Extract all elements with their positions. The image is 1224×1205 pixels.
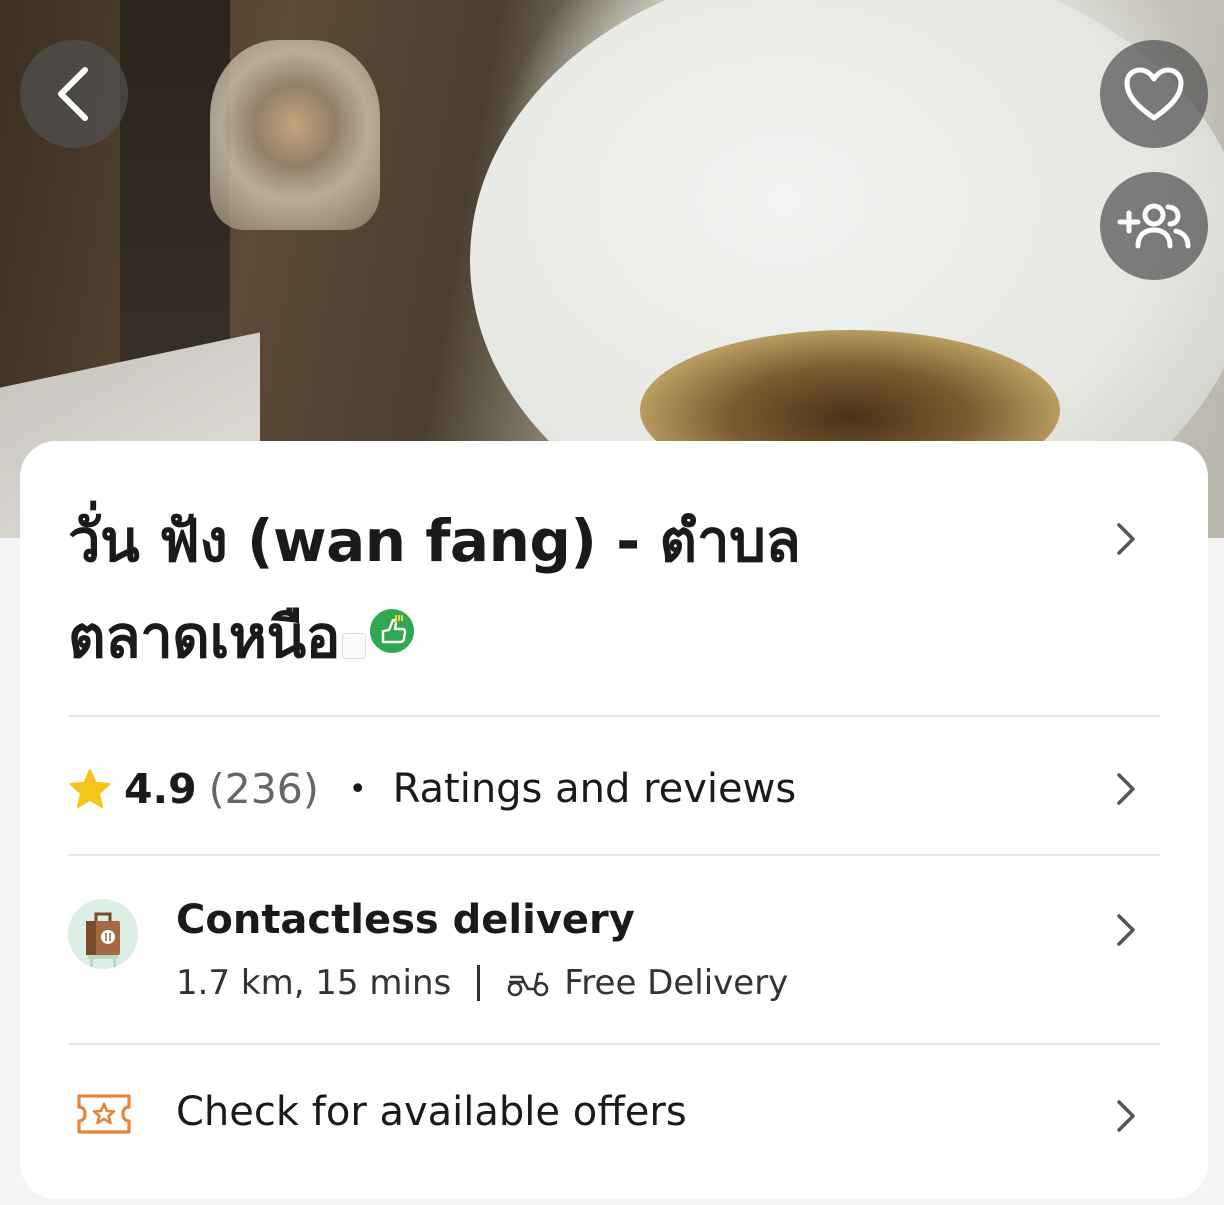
chevron-right-icon[interactable]	[1113, 1098, 1139, 1134]
delivery-details: 1.7 km, 15 mins Free Delivery	[176, 963, 788, 1003]
restaurant-page: วั่น ฟัง (wan fang) - ตำบลตลาดเหนือ 4.9 …	[0, 0, 1224, 1205]
delivery-distance-time: 1.7 km, 15 mins	[176, 963, 452, 1003]
chevron-right-icon[interactable]	[1113, 771, 1139, 807]
scooter-icon	[507, 972, 549, 997]
thumbs-up-icon	[369, 609, 414, 653]
delivery-fee: Free Delivery	[564, 963, 789, 1003]
chevron-right-icon[interactable]	[1113, 521, 1139, 557]
restaurant-name-text: วั่น ฟัง (wan fang) - ตำบลตลาดเหนือ	[68, 507, 801, 671]
heart-icon	[1124, 67, 1184, 121]
favorite-button[interactable]	[1100, 40, 1208, 148]
hero-photo-bg	[210, 40, 380, 230]
chevron-right-icon[interactable]	[1113, 912, 1139, 948]
ratings-row[interactable]: 4.9 (236) • Ratings and reviews	[68, 749, 1160, 829]
delivery-title: Contactless delivery	[176, 897, 635, 943]
chevron-left-icon	[58, 67, 88, 121]
ratings-and-reviews-link[interactable]: Ratings and reviews	[393, 766, 797, 812]
add-group-icon	[1117, 203, 1191, 249]
rating-count: (236)	[208, 765, 319, 813]
divider	[68, 854, 1160, 856]
restaurant-name: วั่น ฟัง (wan fang) - ตำบลตลาดเหนือ	[68, 493, 928, 685]
divider	[68, 715, 1160, 717]
divider	[68, 1043, 1160, 1045]
star-icon	[69, 769, 111, 808]
divider	[477, 965, 481, 1001]
ticket-star-icon	[77, 1094, 131, 1134]
restaurant-title-row[interactable]: วั่น ฟัง (wan fang) - ตำบลตลาดเหนือ	[68, 493, 1160, 703]
rating-value: 4.9	[124, 765, 197, 813]
back-button[interactable]	[20, 40, 128, 148]
separator-dot: •	[348, 771, 367, 807]
restaurant-info-card: วั่น ฟัง (wan fang) - ตำบลตลาดเหนือ 4.9 …	[20, 441, 1208, 1199]
group-order-button[interactable]	[1100, 172, 1208, 280]
placeholder-glyph	[341, 633, 366, 659]
check-offers-link[interactable]: Check for available offers	[176, 1089, 687, 1135]
delivery-bag-icon	[68, 899, 138, 969]
